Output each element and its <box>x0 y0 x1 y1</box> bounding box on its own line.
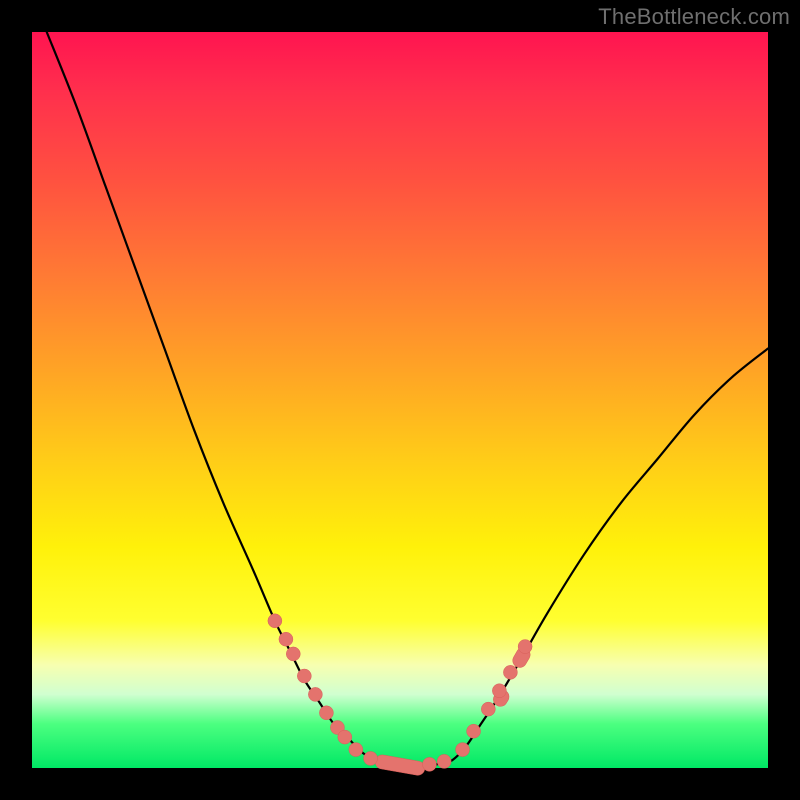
outer-frame: TheBottleneck.com <box>0 0 800 800</box>
marker-dot <box>503 665 517 679</box>
marker-dot <box>422 757 436 771</box>
marker-dot <box>338 730 352 744</box>
curve-group <box>47 32 768 766</box>
marker-dot <box>518 640 532 654</box>
marker-dot <box>437 754 451 768</box>
marker-group <box>268 614 533 776</box>
bottleneck-curve <box>47 32 768 766</box>
marker-dot <box>297 669 311 683</box>
marker-dot <box>308 687 322 701</box>
marker-dot <box>349 743 363 757</box>
watermark-text: TheBottleneck.com <box>598 4 790 30</box>
plot-area <box>32 32 768 768</box>
marker-dot <box>364 751 378 765</box>
marker-dot <box>268 614 282 628</box>
marker-dot <box>456 743 470 757</box>
chart-svg <box>32 32 768 768</box>
marker-dot <box>286 647 300 661</box>
marker-dot <box>481 702 495 716</box>
marker-dot <box>319 706 333 720</box>
marker-pill <box>374 754 426 776</box>
marker-dot <box>279 632 293 646</box>
marker-dot <box>492 684 506 698</box>
marker-dot <box>467 724 481 738</box>
